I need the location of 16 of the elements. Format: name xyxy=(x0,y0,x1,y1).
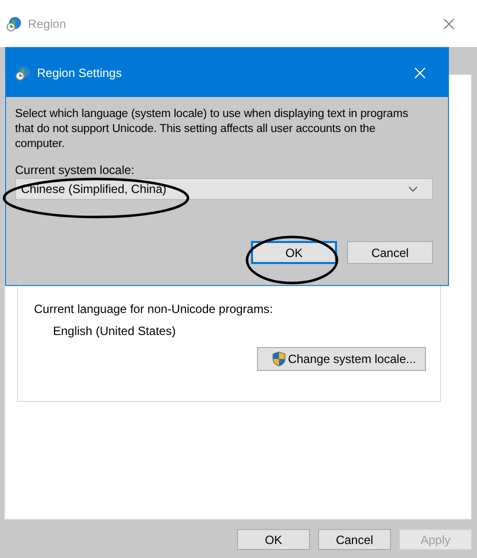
dialog-button[interactable]: OK xyxy=(251,241,337,264)
shield-icon xyxy=(272,351,286,367)
globe-clock-icon xyxy=(15,64,31,80)
locale-field-label: Current system locale: xyxy=(15,162,136,178)
description-text: Select which language (system locale) to use when displaying text in programs that do not support Unicode. This setting affects all user accounts on the computer. xyxy=(15,107,410,152)
current-language-value: English (United States) xyxy=(53,323,177,339)
window-title: Region xyxy=(28,16,66,30)
dialog-button[interactable]: Cancel xyxy=(347,241,433,264)
globe-clock-icon xyxy=(6,16,22,32)
chevron-down-icon xyxy=(408,186,418,192)
change-system-locale-button[interactable]: Change system locale... xyxy=(256,347,426,371)
non-unicode-label: Current language for non-Unicode programs: xyxy=(34,301,274,317)
dialog-button[interactable]: Cancel xyxy=(318,529,391,550)
close-icon[interactable] xyxy=(443,18,455,30)
dialog-title: Region Settings xyxy=(37,66,122,80)
dialog-button[interactable]: OK xyxy=(237,529,310,550)
